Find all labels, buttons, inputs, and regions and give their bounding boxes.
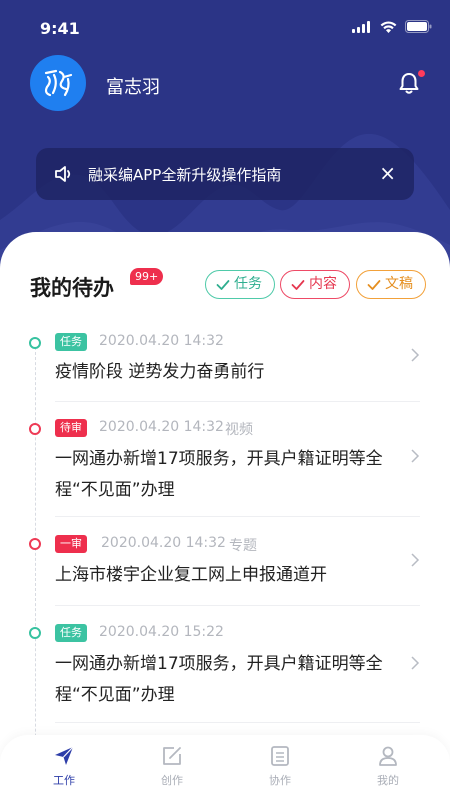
status-bar: 9:41 [0, 0, 450, 58]
item-datetime: 2020.04.20 15:22 [99, 624, 224, 640]
todo-item[interactable]: 任务 2020.04.20 14:32 疫情阶段 逆势发力奋勇前行 [0, 330, 450, 402]
check-icon [367, 279, 381, 290]
status-time: 9:41 [40, 19, 80, 38]
battery-icon [405, 20, 432, 33]
close-icon[interactable]: × [379, 162, 396, 184]
item-title: 疫情阶段 逆势发力奋勇前行 [55, 362, 265, 382]
divider [55, 516, 420, 517]
tab-label: 创作 [161, 774, 183, 787]
cellular-signal-icon [352, 20, 370, 33]
tab-label: 工作 [53, 774, 75, 787]
username: 富志羽 [106, 77, 160, 98]
filter-chip-task[interactable]: 任务 [205, 270, 275, 299]
todo-item[interactable]: 待审 2020.04.20 14:32 视频 一网通办新增17项服务，开具户籍证… [0, 416, 450, 516]
filter-chip-label: 内容 [309, 276, 337, 292]
filter-chip-content[interactable]: 内容 [280, 270, 350, 299]
item-datetime: 2020.04.20 14:32 [99, 333, 224, 349]
divider [55, 722, 420, 723]
status-tag: 任务 [55, 333, 87, 351]
tab-mine[interactable]: 我的 [358, 735, 418, 800]
check-icon [291, 279, 305, 290]
announcement-bar[interactable]: 融采编APP全新升级操作指南 × [36, 148, 414, 200]
todo-item[interactable]: 任务 2020.04.20 15:22 一网通办新增17项服务，开具户籍证明等全… [0, 624, 450, 724]
status-icons [352, 20, 432, 33]
item-datetime: 2020.04.20 14:32 [99, 419, 224, 435]
item-title: 上海市楼宇企业复工网上申报通道开 [55, 565, 327, 585]
todo-card: 我的待办 99+ 任务 内容 文稿 任务 2020.04.20 14:32 疫情… [0, 232, 450, 800]
filter-chip-document[interactable]: 文稿 [356, 270, 426, 299]
status-tag: 一审 [55, 535, 87, 553]
tab-work[interactable]: 工作 [34, 735, 94, 800]
speaker-icon [55, 166, 71, 182]
chevron-right-icon [411, 656, 420, 670]
chevron-right-icon [411, 348, 420, 362]
status-tag: 任务 [55, 624, 87, 642]
paper-plane-icon [55, 746, 74, 765]
calligraphy-logo-icon [44, 69, 73, 97]
document-icon [271, 746, 289, 766]
divider [55, 605, 420, 606]
todo-count-badge: 99+ [130, 268, 164, 285]
divider [55, 401, 420, 402]
timeline-dot [29, 337, 41, 349]
status-tag: 待审 [55, 419, 87, 437]
todo-title: 我的待办 [30, 276, 114, 300]
person-icon [379, 746, 397, 766]
chevron-right-icon [411, 449, 420, 463]
timeline-dot [29, 423, 41, 435]
item-title: 一网通办新增17项服务，开具户籍证明等全程“不见面”办理 [55, 449, 383, 500]
item-datetime: 2020.04.20 14:32 [101, 535, 226, 551]
avatar[interactable] [30, 55, 86, 111]
todo-item[interactable]: 一审 2020.04.20 14:32 专题 上海市楼宇企业复工网上申报通道开 [0, 535, 450, 606]
tab-collaborate[interactable]: 协作 [250, 735, 310, 800]
timeline-dot [29, 538, 41, 550]
item-type: 视频 [225, 422, 253, 438]
check-icon [216, 279, 230, 290]
announcement-text: 融采编APP全新升级操作指南 [88, 166, 282, 184]
notification-dot [418, 70, 425, 77]
tab-bar: 工作 创作 协作 我的 [0, 735, 450, 800]
edit-icon [163, 747, 181, 765]
chevron-right-icon [411, 553, 420, 567]
filter-chip-label: 文稿 [385, 276, 413, 292]
tab-label: 我的 [377, 774, 399, 787]
wifi-icon [380, 21, 397, 33]
timeline-dot [29, 627, 41, 639]
tab-label: 协作 [269, 774, 291, 787]
item-title: 一网通办新增17项服务，开具户籍证明等全程“不见面”办理 [55, 654, 383, 705]
tab-create[interactable]: 创作 [142, 735, 202, 800]
filter-chip-label: 任务 [234, 276, 262, 292]
item-type: 专题 [229, 538, 257, 554]
